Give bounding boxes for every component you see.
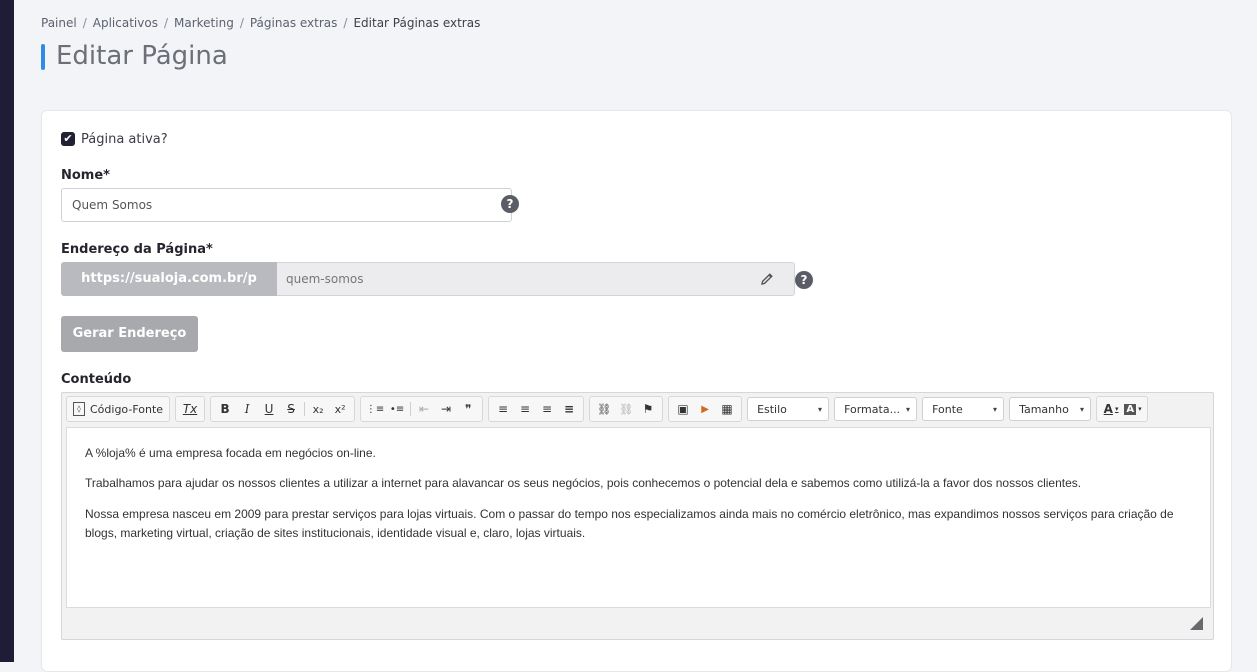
toolbar-separator [410,402,412,416]
page-address-value: quem-somos [286,272,364,286]
size-dropdown-label: Tamanho [1019,402,1069,416]
superscript-icon[interactable]: x² [329,399,351,419]
source-code-button[interactable]: ◊ Código-Fonte [70,399,166,419]
font-dropdown-label: Fonte [932,402,963,416]
unlink-icon[interactable]: ⛓ [615,399,637,419]
align-center-icon[interactable]: ≡ [514,399,536,419]
page-title: Editar Página [56,41,228,71]
title-accent-bar [41,44,45,70]
edit-page-form-card: ✔ Página ativa? Nome* Quem Somos ? Ender… [41,110,1232,672]
breadcrumb-current: Editar Páginas extras [353,16,481,30]
editor-resize-handle[interactable] [1190,617,1203,630]
outdent-icon[interactable]: ⇤ [413,399,435,419]
url-prefix: https://sualoja.com.br/p [61,262,277,296]
active-page-checkbox-row[interactable]: ✔ Página ativa? [61,131,168,147]
chevron-down-icon: ▾ [1138,405,1142,413]
bulleted-list-icon[interactable]: •≡ [386,399,408,419]
link-icon[interactable]: ⛓ [593,399,615,419]
blockquote-icon[interactable]: ❞ [457,399,479,419]
breadcrumb-separator: / [239,16,244,30]
pencil-icon[interactable] [760,272,774,286]
italic-icon[interactable]: I [236,399,258,419]
rich-text-editor: ◊ Código-Fonte Tx B I U S x₂ x² ⋮≡ •≡ ⇤ [61,392,1214,640]
chevron-down-icon: ▾ [906,404,911,414]
editor-content-area[interactable]: A %loja% é uma empresa focada em negócio… [66,427,1211,608]
editor-toolbar: ◊ Código-Fonte Tx B I U S x₂ x² ⋮≡ •≡ ⇤ [66,396,1153,422]
color-group: A ▾ A ▾ [1096,396,1149,422]
check-icon: ✔ [63,132,73,145]
text-style-group: B I U S x₂ x² [210,396,356,422]
style-dropdown[interactable]: Estilo ▾ [747,397,830,421]
source-code-icon: ◊ [73,402,85,416]
content-paragraph-1: A %loja% é uma empresa focada em negócio… [85,446,376,460]
source-code-label: Código-Fonte [90,402,164,416]
insert-group: ▣ ▶ ▦ [668,396,743,422]
breadcrumb-separator: / [163,16,168,30]
size-dropdown[interactable]: Tamanho ▾ [1009,397,1092,421]
underline-icon[interactable]: U [258,399,280,419]
text-color-glyph: A [1103,402,1113,416]
page-address-input[interactable]: quem-somos [277,262,795,296]
subscript-icon[interactable]: x₂ [307,399,329,419]
anchor-flag-icon[interactable]: ⚑ [637,399,659,419]
name-input[interactable]: Quem Somos [61,188,512,222]
content-paragraph-2: Trabalhamos para ajudar os nossos client… [85,476,1082,490]
active-page-label: Página ativa? [81,131,168,147]
generate-address-button[interactable]: Gerar Endereço [61,316,198,352]
format-dropdown[interactable]: Formata... ▾ [834,397,918,421]
chevron-down-icon: ▾ [1114,405,1119,413]
page-address-label: Endereço da Página* [61,242,213,257]
remove-format-icon[interactable]: Tx [179,399,201,419]
breadcrumb-marketing[interactable]: Marketing [174,16,234,30]
bold-icon[interactable]: B [214,399,236,419]
numbered-list-icon[interactable]: ⋮≡ [364,399,386,419]
youtube-icon[interactable]: ▶ [694,399,716,419]
name-label: Nome* [61,168,110,183]
content-label: Conteúdo [61,372,132,387]
style-dropdown-label: Estilo [757,402,787,416]
format-dropdown-label: Formata... [844,402,901,416]
clear-format-group: Tx [175,396,206,422]
address-help-icon[interactable]: ? [795,271,813,289]
active-page-checkbox[interactable]: ✔ [61,132,75,146]
breadcrumb-separator: / [343,16,348,30]
font-dropdown[interactable]: Fonte ▾ [922,397,1005,421]
strikethrough-icon[interactable]: S [280,399,302,419]
breadcrumb: Painel / Aplicativos / Marketing / Páginas ext… [41,16,480,30]
toolbar-separator [304,402,306,416]
text-color-icon[interactable]: A ▾ [1100,399,1122,419]
background-color-icon[interactable]: A ▾ [1122,399,1144,419]
breadcrumb-separator: / [82,16,87,30]
align-left-icon[interactable]: ≡ [492,399,514,419]
name-help-icon[interactable]: ? [501,195,519,213]
background-color-glyph: A [1124,403,1137,415]
image-icon[interactable]: ▣ [672,399,694,419]
align-group: ≡ ≡ ≡ ≡ [488,396,585,422]
link-group: ⛓ ⛓ ⚑ [589,396,664,422]
chevron-down-icon: ▾ [1080,404,1085,414]
breadcrumb-aplicativos[interactable]: Aplicativos [93,16,158,30]
chevron-down-icon: ▾ [818,404,823,414]
source-group: ◊ Código-Fonte [66,396,171,422]
indent-icon[interactable]: ⇥ [435,399,457,419]
chevron-down-icon: ▾ [993,404,998,414]
table-icon[interactable]: ▦ [716,399,738,419]
list-group: ⋮≡ •≡ ⇤ ⇥ ❞ [360,396,484,422]
left-sidebar-rail [0,0,14,662]
breadcrumb-painel[interactable]: Painel [41,16,77,30]
align-right-icon[interactable]: ≡ [536,399,558,419]
align-justify-icon[interactable]: ≡ [558,399,580,419]
breadcrumb-paginas-extras[interactable]: Páginas extras [250,16,338,30]
content-paragraph-3: Nossa empresa nasceu em 2009 para presta… [85,507,1174,540]
